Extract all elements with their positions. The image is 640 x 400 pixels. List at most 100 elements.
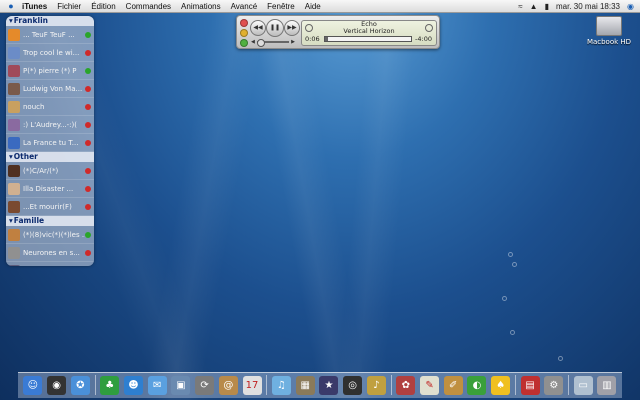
volume-icon[interactable]: ▲ xyxy=(530,2,538,11)
itunes-icon[interactable]: ♫ xyxy=(271,376,291,395)
buddy-list-window: ▾Franklin ... TeuF TeuF ... Trop cool le w… xyxy=(6,16,94,266)
buddy-name: (*)C/Ar/(*) xyxy=(23,166,59,175)
preview-icon[interactable]: ▣ xyxy=(171,376,191,395)
zoom-button[interactable] xyxy=(240,39,248,47)
status-icon xyxy=(85,231,91,238)
avatar xyxy=(8,118,20,131)
group-header-1[interactable]: ▾Other xyxy=(6,152,94,162)
adium-icon[interactable]: ♣ xyxy=(100,376,120,395)
macbook-hd[interactable]: Macbook HD xyxy=(584,16,634,46)
wifi-icon[interactable]: ≈ xyxy=(518,2,522,11)
addressbook-icon[interactable]: @ xyxy=(218,376,238,395)
menu-extras: ≈ ▲ ▮ mar. 30 mai 18:33 ◉ xyxy=(518,2,634,11)
menu-avance[interactable]: Avancé xyxy=(231,2,258,11)
menu-fenetre[interactable]: Fenêtre xyxy=(267,2,295,11)
menu-commandes[interactable]: Commandes xyxy=(126,2,171,11)
buddy-row[interactable]: :) L'Audrey...-:)( xyxy=(6,116,94,134)
status-icon xyxy=(85,185,91,192)
lcd-right-button[interactable] xyxy=(425,24,433,32)
itunes-mini-player: ◀◀ ❚❚ ▶▶ ◀ ▶ Echo Vertical Horizon 0:06 … xyxy=(236,15,440,49)
avatar xyxy=(8,28,20,41)
avatar xyxy=(8,228,20,241)
hd-label: Macbook HD xyxy=(586,38,632,46)
close-button[interactable] xyxy=(240,19,248,27)
bubble xyxy=(510,330,515,335)
downloads-icon[interactable]: ▭ xyxy=(573,376,593,395)
dvd-icon[interactable]: ◎ xyxy=(343,376,363,395)
buddy-name: ... TeuF TeuF ... xyxy=(23,30,75,39)
finder-icon[interactable]: ☺ xyxy=(23,376,43,395)
apple-icon[interactable]: ● xyxy=(6,1,16,11)
buddy-row[interactable]: ...Et mourir(F) xyxy=(6,198,94,216)
pages-icon[interactable]: ✐ xyxy=(443,376,463,395)
menu-app-itunes[interactable]: iTunes xyxy=(22,2,47,11)
dreamweaver-icon[interactable]: ◐ xyxy=(467,376,487,395)
clock-text[interactable]: mar. 30 mai 18:33 xyxy=(556,2,620,11)
ical-icon[interactable]: 17 xyxy=(242,376,262,395)
dashboard-icon[interactable]: ◉ xyxy=(47,376,67,395)
safari-icon[interactable]: ✪ xyxy=(70,376,90,395)
battery-icon[interactable]: ▮ xyxy=(545,2,549,11)
cyberduck-icon[interactable]: ♠ xyxy=(491,376,511,395)
buddy-name: La France tu T... xyxy=(23,138,79,147)
volume-knob[interactable] xyxy=(256,39,265,47)
elapsed-time: 0:06 xyxy=(305,35,320,43)
disclosure-triangle-icon[interactable]: ▾ xyxy=(9,152,13,161)
next-button[interactable]: ▶▶ xyxy=(284,20,300,36)
utility-icon[interactable]: ✿ xyxy=(396,376,416,395)
buddy-row[interactable]: (*)(8)vic(*)(*)les ... xyxy=(6,226,94,244)
buddy-row[interactable]: La France tu T... xyxy=(6,134,94,152)
avatar xyxy=(8,164,20,177)
sync-icon[interactable]: ⟳ xyxy=(195,376,215,395)
hard-drive-icon xyxy=(596,16,622,36)
buddy-row[interactable]: Trop cool le wi... xyxy=(6,44,94,62)
minimize-button[interactable] xyxy=(240,29,248,37)
buddy-row[interactable]: Neurones en s... xyxy=(6,244,94,262)
buddy-name: ...Et mourir(F) xyxy=(23,202,72,211)
previous-button[interactable]: ◀◀ xyxy=(250,20,266,36)
spotlight-icon[interactable]: ◉ xyxy=(627,2,634,11)
buddy-row[interactable]: Illa Disaster ... xyxy=(6,180,94,198)
msn-icon[interactable]: ☻ xyxy=(123,376,143,395)
textedit-icon[interactable]: ✎ xyxy=(420,376,440,395)
pause-button[interactable]: ❚❚ xyxy=(266,19,284,37)
menu-edition[interactable]: Édition xyxy=(91,2,115,11)
ichat-icon[interactable]: ✉ xyxy=(147,376,167,395)
buddy-row[interactable]: nouch xyxy=(6,98,94,116)
iphoto-icon[interactable]: ▦ xyxy=(295,376,315,395)
status-icon xyxy=(85,139,91,146)
avatar xyxy=(8,200,20,213)
status-icon xyxy=(85,49,91,56)
buddy-name: Neurones en s... xyxy=(23,248,80,257)
status-icon xyxy=(85,203,91,210)
buddy-row[interactable]: theo ===>si q... xyxy=(6,262,94,266)
bubble xyxy=(512,262,517,267)
photobooth-icon[interactable]: ▤ xyxy=(520,376,540,395)
disclosure-triangle-icon[interactable]: ▾ xyxy=(9,216,13,225)
buddy-row[interactable]: P(*) pierre (*) P xyxy=(6,62,94,80)
buddy-row[interactable]: (*)C/Ar/(*) xyxy=(6,162,94,180)
status-icon xyxy=(85,103,91,110)
garageband-icon[interactable]: ♪ xyxy=(366,376,386,395)
group-header-0[interactable]: ▾Franklin xyxy=(6,16,94,26)
imovie-icon[interactable]: ★ xyxy=(319,376,339,395)
lcd-left-button[interactable] xyxy=(305,24,313,32)
menu-animations[interactable]: Animations xyxy=(181,2,221,11)
menu-aide[interactable]: Aide xyxy=(305,2,321,11)
disclosure-triangle-icon[interactable]: ▾ xyxy=(9,16,13,25)
menu-fichier[interactable]: Fichier xyxy=(57,2,81,11)
track-artist: Vertical Horizon xyxy=(343,27,395,35)
group-header-2[interactable]: ▾Famille xyxy=(6,216,94,226)
progress-bar[interactable] xyxy=(324,36,412,42)
avatar xyxy=(8,100,20,113)
bubble xyxy=(558,356,563,361)
desktop-background xyxy=(0,0,640,400)
trash-icon[interactable]: ▥ xyxy=(597,376,617,395)
dock-separator xyxy=(514,375,516,395)
buddy-name: nouch xyxy=(23,102,45,111)
buddy-row[interactable]: ... TeuF TeuF ... xyxy=(6,26,94,44)
sysprefs-icon[interactable]: ⚙ xyxy=(544,376,564,395)
volume-slider[interactable]: ◀ ▶ xyxy=(251,39,295,47)
buddy-row[interactable]: Ludwig Von Ma... xyxy=(6,80,94,98)
avatar xyxy=(8,64,20,77)
